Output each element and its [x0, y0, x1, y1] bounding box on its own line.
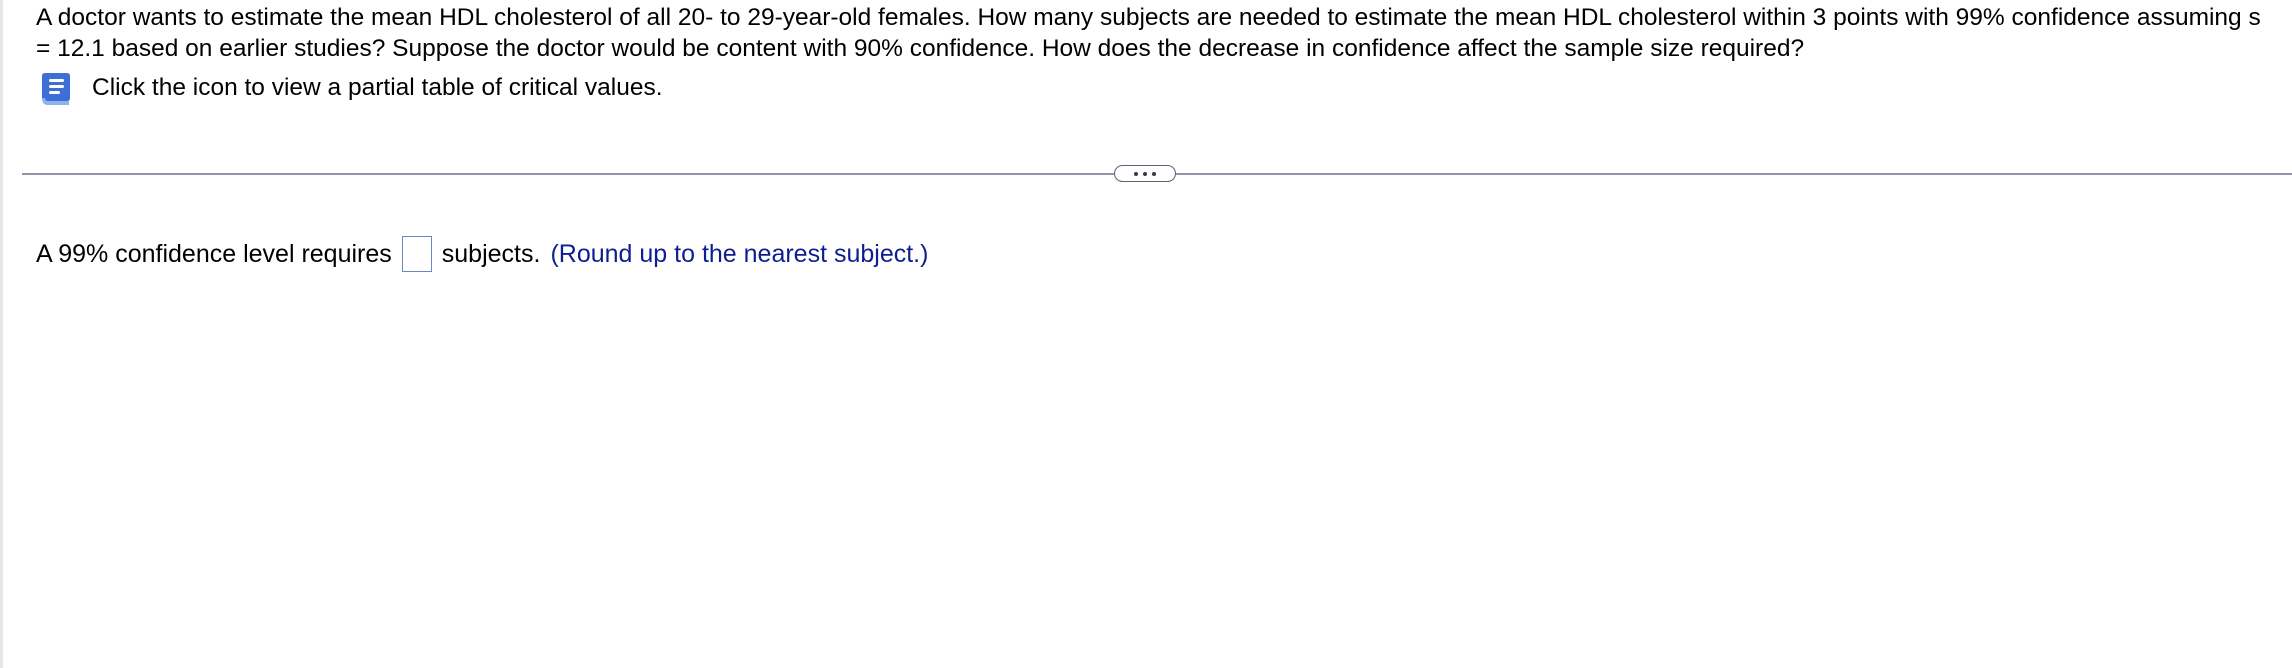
- ellipsis-dot: [1134, 171, 1138, 176]
- rounding-note: (Round up to the nearest subject.): [550, 239, 929, 268]
- book-icon[interactable]: [36, 68, 76, 108]
- left-border: [0, 0, 3, 668]
- question-text-block: A doctor wants to estimate the mean HDL …: [36, 2, 2276, 64]
- answer-prefix: A 99% confidence level requires: [36, 239, 392, 268]
- ellipsis-dot: [1143, 171, 1147, 176]
- answer-suffix: subjects.: [441, 239, 541, 268]
- ellipsis-dot: [1152, 171, 1156, 176]
- answer-row: A 99% confidence level requires subjects…: [36, 234, 928, 274]
- question-text: A doctor wants to estimate the mean HDL …: [36, 4, 2261, 62]
- ellipsis-icon[interactable]: [1114, 165, 1176, 182]
- sample-size-input[interactable]: [401, 236, 432, 272]
- hint-row: Click the icon to view a partial table o…: [36, 68, 663, 108]
- hint-label: Click the icon to view a partial table o…: [92, 74, 663, 101]
